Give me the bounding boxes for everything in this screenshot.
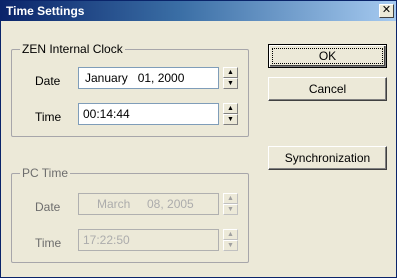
title-bar[interactable]: Time Settings ✕	[1, 1, 396, 21]
cancel-label: Cancel	[308, 82, 347, 96]
ok-button[interactable]: OK	[268, 44, 387, 68]
time-settings-dialog: Time Settings ✕ ZEN Internal Clock Date …	[0, 0, 397, 278]
zen-time-down-icon[interactable]: ▼	[223, 114, 238, 125]
pc-time-spinner: ▲ ▼	[223, 229, 238, 251]
zen-time-field[interactable]: 00:14:44	[78, 103, 219, 125]
dialog-title: Time Settings	[6, 4, 85, 18]
pc-date-spinner: ▲ ▼	[223, 193, 238, 215]
zen-clock-legend: ZEN Internal Clock	[20, 42, 125, 56]
pc-time-down-icon: ▼	[223, 240, 238, 251]
zen-time-spinner[interactable]: ▲ ▼	[223, 103, 238, 125]
zen-date-field[interactable]: January 01, 2000	[78, 67, 219, 89]
zen-date-up-icon[interactable]: ▲	[223, 67, 238, 78]
ok-label: OK	[318, 49, 337, 63]
zen-date-spinner[interactable]: ▲ ▼	[223, 67, 238, 89]
pc-date-down-icon: ▼	[223, 204, 238, 215]
zen-date-label: Date	[35, 74, 61, 88]
pc-time-field: 17:22:50	[78, 229, 219, 251]
pc-date-up-icon: ▲	[223, 193, 238, 204]
close-icon[interactable]: ✕	[379, 4, 394, 18]
zen-time-label: Time	[35, 110, 62, 124]
pc-date-field: March 08, 2005	[78, 193, 219, 215]
cancel-button[interactable]: Cancel	[268, 77, 387, 101]
zen-date-down-icon[interactable]: ▼	[223, 78, 238, 89]
zen-time-up-icon[interactable]: ▲	[223, 103, 238, 114]
pc-time-up-icon: ▲	[223, 229, 238, 240]
pc-time-label: Time	[35, 236, 62, 250]
pc-date-label: Date	[35, 200, 61, 214]
pc-time-legend: PC Time	[20, 166, 71, 180]
synchronization-button[interactable]: Synchronization	[268, 146, 387, 170]
synchronization-label: Synchronization	[284, 151, 371, 165]
